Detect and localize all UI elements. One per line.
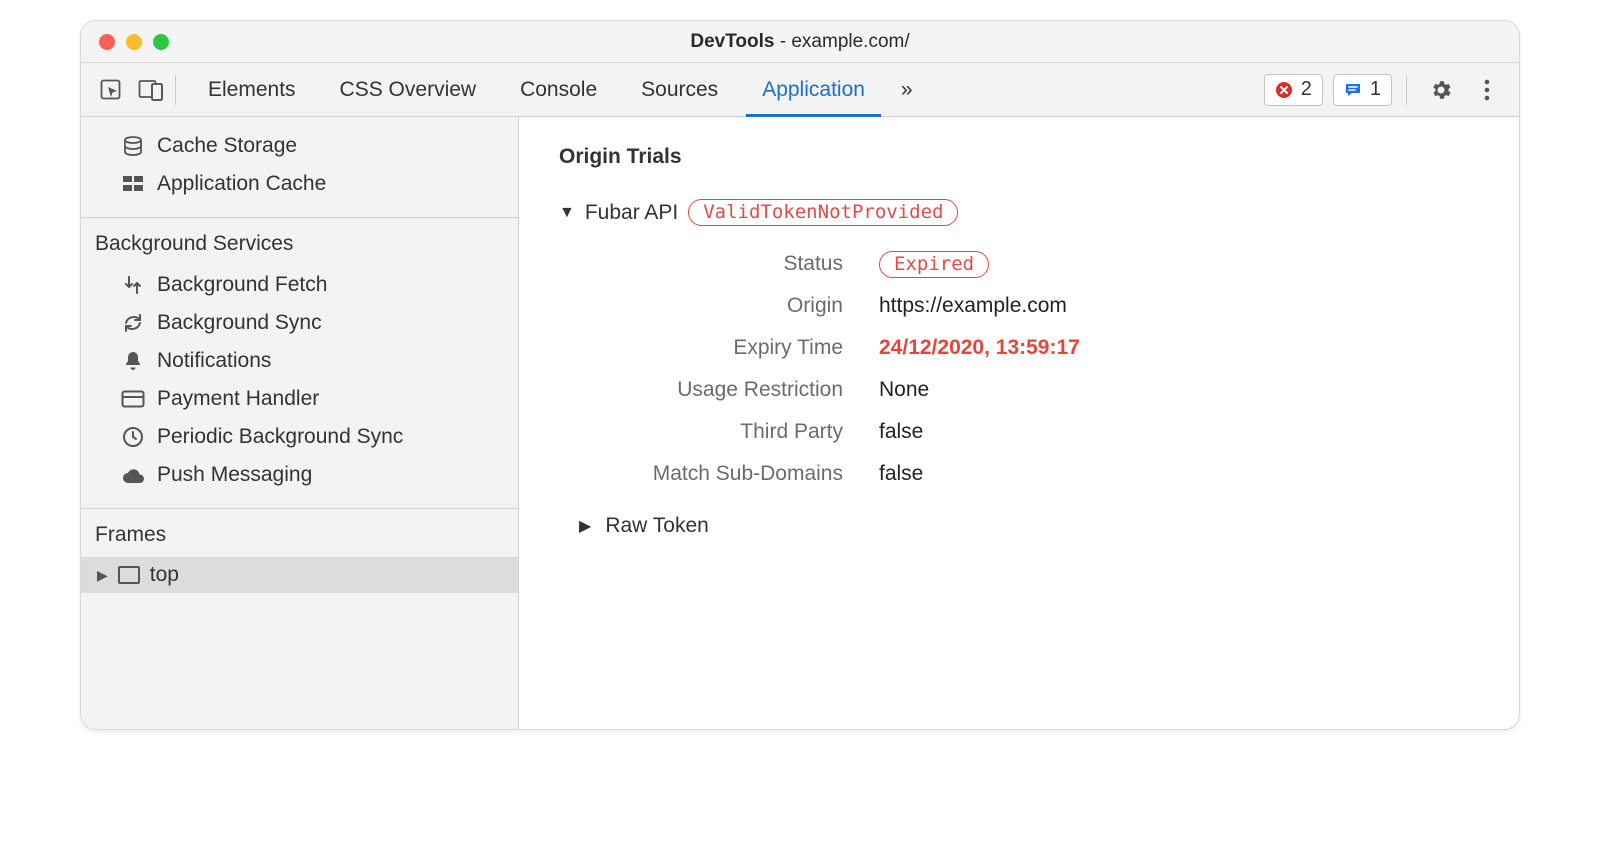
close-window-button[interactable]: [99, 34, 115, 50]
more-options-button[interactable]: [1469, 79, 1505, 101]
error-icon: [1275, 81, 1293, 99]
label-usage-restriction: Usage Restriction: [569, 378, 879, 402]
messages-counter[interactable]: 1: [1333, 74, 1392, 106]
value-expiry: 24/12/2020, 13:59:17: [879, 336, 1479, 360]
sidebar-item-background-sync[interactable]: Background Sync: [81, 304, 518, 342]
label-match-subdomains: Match Sub-Domains: [569, 462, 879, 486]
status-pill: Expired: [879, 251, 989, 278]
sidebar-item-periodic-sync[interactable]: Periodic Background Sync: [81, 418, 518, 456]
label-third-party: Third Party: [569, 420, 879, 444]
section-title-origin-trials: Origin Trials: [559, 145, 1479, 169]
credit-card-icon: [121, 387, 145, 411]
value-match-subdomains: false: [879, 462, 1479, 486]
tab-elements[interactable]: Elements: [186, 63, 318, 116]
title-sep: -: [774, 31, 791, 52]
tabbar-divider-right: [1406, 75, 1407, 105]
bell-icon: [121, 349, 145, 373]
tab-console[interactable]: Console: [498, 63, 619, 116]
tab-css-overview[interactable]: CSS Overview: [318, 63, 499, 116]
gear-icon: [1429, 78, 1453, 102]
frame-icon: [118, 566, 140, 584]
tab-sources[interactable]: Sources: [619, 63, 740, 116]
tab-application[interactable]: Application: [740, 63, 887, 116]
collapse-triangle-icon[interactable]: ▼: [559, 204, 575, 222]
minimize-window-button[interactable]: [126, 34, 142, 50]
sync-icon: [121, 311, 145, 335]
sidebar-item-application-cache[interactable]: Application Cache: [81, 165, 518, 203]
cloud-icon: [121, 463, 145, 487]
settings-button[interactable]: [1423, 78, 1459, 102]
sidebar-item-label: Notifications: [157, 346, 271, 376]
label-status: Status: [569, 252, 879, 276]
window-title: DevTools - example.com/: [690, 31, 909, 53]
application-sidebar: Cache Storage Application Cache Backgrou…: [81, 117, 519, 729]
sidebar-item-label: Push Messaging: [157, 460, 312, 490]
errors-count: 2: [1301, 78, 1312, 101]
value-third-party: false: [879, 420, 1479, 444]
sidebar-item-frame-top[interactable]: ▶ top: [81, 557, 518, 593]
devtools-body: Cache Storage Application Cache Backgrou…: [81, 117, 1519, 729]
title-url: example.com/: [791, 31, 909, 52]
errors-counter[interactable]: 2: [1264, 74, 1323, 106]
sidebar-item-label: Payment Handler: [157, 384, 319, 414]
traffic-lights: [99, 34, 169, 50]
messages-count: 1: [1370, 78, 1381, 101]
label-origin: Origin: [569, 294, 879, 318]
message-icon: [1344, 81, 1362, 99]
device-toolbar-icon[interactable]: [131, 70, 171, 110]
sidebar-item-background-fetch[interactable]: Background Fetch: [81, 266, 518, 304]
trial-name: Fubar API: [585, 201, 678, 225]
sidebar-section-background-services: Background Services: [81, 218, 518, 266]
raw-token-label: Raw Token: [605, 514, 709, 538]
sidebar-item-label: Background Sync: [157, 308, 322, 338]
application-main-panel: Origin Trials ▼ Fubar API ValidTokenNotP…: [519, 117, 1519, 729]
expand-triangle-icon[interactable]: ▶: [97, 567, 108, 584]
frame-label: top: [150, 563, 179, 587]
sidebar-item-push-messaging[interactable]: Push Messaging: [81, 456, 518, 494]
value-usage-restriction: None: [879, 378, 1479, 402]
tabs-overflow-button[interactable]: »: [887, 63, 927, 116]
label-expiry: Expiry Time: [569, 336, 879, 360]
value-status: Expired: [879, 252, 1479, 276]
database-icon: [121, 134, 145, 158]
sidebar-item-notifications[interactable]: Notifications: [81, 342, 518, 380]
sidebar-item-label: Application Cache: [157, 169, 326, 199]
sidebar-item-cache-storage[interactable]: Cache Storage: [81, 127, 518, 165]
tabbar-divider: [175, 75, 176, 105]
sidebar-item-label: Cache Storage: [157, 131, 297, 161]
expand-triangle-icon[interactable]: ▶: [579, 516, 591, 536]
sidebar-section-frames: Frames: [81, 509, 518, 557]
trial-details-grid: Status Expired Origin https://example.co…: [569, 252, 1479, 486]
sidebar-item-payment-handler[interactable]: Payment Handler: [81, 380, 518, 418]
title-app: DevTools: [690, 31, 774, 52]
devtools-tabbar: Elements CSS Overview Console Sources Ap…: [81, 63, 1519, 117]
raw-token-row[interactable]: ▶ Raw Token: [579, 514, 1479, 538]
fetch-icon: [121, 273, 145, 297]
window-titlebar: DevTools - example.com/: [81, 21, 1519, 63]
sidebar-item-label: Periodic Background Sync: [157, 422, 403, 452]
origin-trial-header[interactable]: ▼ Fubar API ValidTokenNotProvided: [559, 199, 1479, 226]
sidebar-item-label: Background Fetch: [157, 270, 327, 300]
inspect-element-icon[interactable]: [91, 70, 131, 110]
value-origin: https://example.com: [879, 294, 1479, 318]
zoom-window-button[interactable]: [153, 34, 169, 50]
grid-icon: [121, 172, 145, 196]
kebab-icon: [1484, 79, 1490, 101]
clock-icon: [121, 425, 145, 449]
devtools-window: DevTools - example.com/ Elements CSS Ove…: [80, 20, 1520, 730]
token-status-pill: ValidTokenNotProvided: [688, 199, 958, 226]
